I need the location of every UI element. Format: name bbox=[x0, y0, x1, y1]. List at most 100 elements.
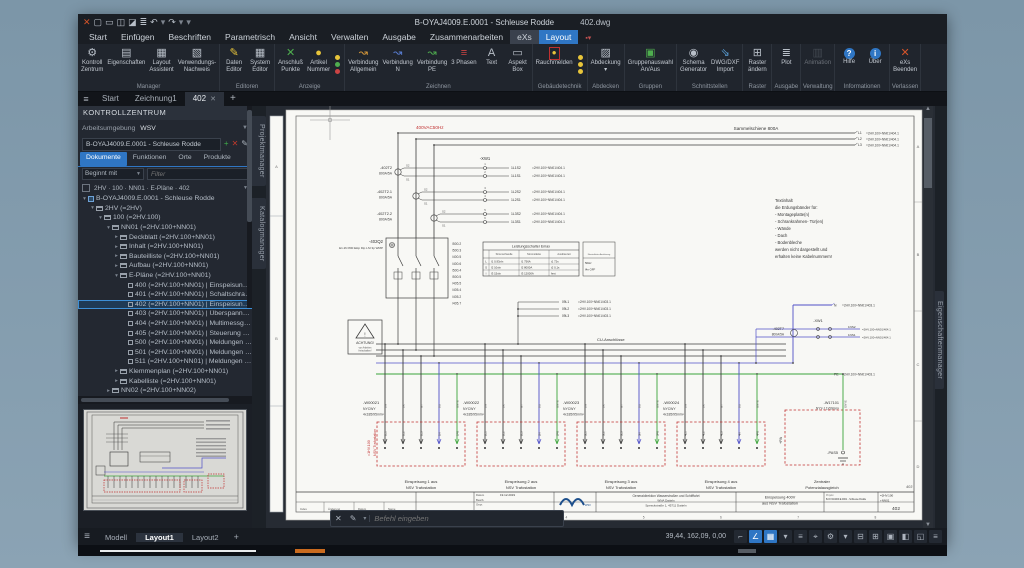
tree-item-11[interactable]: 402 (=2HV.100+NN01) | Einspeisung 40 bbox=[78, 300, 252, 310]
expander-icon[interactable]: ▸ bbox=[113, 253, 120, 259]
bulb-icon[interactable] bbox=[335, 55, 340, 60]
expander-icon[interactable]: ▾ bbox=[81, 196, 88, 202]
save-icon[interactable]: ◫ bbox=[117, 16, 126, 28]
ribbon-tab-einfügen[interactable]: Einfügen bbox=[114, 30, 162, 44]
expander-icon[interactable]: ▸ bbox=[113, 234, 120, 240]
control-center-button[interactable]: ⚙Kontroll Zentrum bbox=[79, 45, 105, 83]
ribbon-tab-layout[interactable]: Layout bbox=[539, 30, 579, 44]
checkbox-icon[interactable] bbox=[82, 184, 90, 192]
undo-icon[interactable]: ↶ bbox=[150, 16, 158, 28]
doc-tab-start[interactable]: Start bbox=[94, 92, 127, 106]
tree-item-15[interactable]: 500 (=2HV.100+NN01) | Meldungen SP bbox=[78, 338, 252, 348]
tree-item-20[interactable]: ▸NN02 (=2HV.100+NN02) bbox=[78, 386, 252, 396]
layout-assistant-button[interactable]: ▦Layout Assistent bbox=[147, 45, 175, 83]
three-phases-button[interactable]: ≡3 Phasen bbox=[449, 45, 478, 83]
group-select-button[interactable]: ▣Gruppenauswahl An/Aus bbox=[626, 45, 675, 83]
expander-icon[interactable]: ▸ bbox=[113, 244, 120, 250]
breadcrumb[interactable]: 2HV · 100 · NN01 · E-Pläne · 402 ▼ bbox=[78, 181, 252, 195]
close-tab-icon[interactable]: ✕ bbox=[210, 96, 216, 103]
undo-chevron-icon[interactable]: ▾ bbox=[161, 16, 166, 28]
aspect-box-button[interactable]: ▭Aspekt Box bbox=[505, 45, 531, 83]
tree-scrollbar[interactable] bbox=[247, 106, 252, 308]
doc-tab-402[interactable]: 402✕ bbox=[185, 92, 224, 106]
layout-tab-layout1[interactable]: Layout1 bbox=[136, 533, 183, 542]
tree-item-6[interactable]: ▸Bauteilliste (=2HV.100+NN01) bbox=[78, 252, 252, 262]
article-number-button[interactable]: ●Artikel Nummer bbox=[305, 45, 332, 83]
new-file-icon[interactable]: ▢ bbox=[94, 16, 103, 28]
command-bar[interactable]: ✕ ✎ ▾ bbox=[330, 510, 564, 527]
ribbon-tab-zusammenarbeiten[interactable]: Zusammenarbeiten bbox=[423, 30, 510, 44]
system-editor-button[interactable]: ▦System Editor bbox=[247, 45, 273, 83]
tree-item-16[interactable]: 501 (=2HV.100+NN01) | Meldungen SP bbox=[78, 348, 252, 358]
bulb-icon[interactable] bbox=[578, 55, 583, 60]
tree-item-8[interactable]: ▾E-Pläne (=2HV.100+NN01) bbox=[78, 271, 252, 281]
scrollbar-thumb[interactable] bbox=[247, 110, 252, 222]
plot-button[interactable]: ≣Plot bbox=[773, 45, 799, 83]
connection-points-button[interactable]: ✕Anschluß Punkte bbox=[276, 45, 305, 83]
drawing-scrollbar[interactable]: ▲ ▼ bbox=[923, 106, 933, 528]
connection-pe-button[interactable]: ↝Verbindung PE bbox=[415, 45, 449, 83]
title-bar[interactable]: ✕▢▭◫◪≣↶▾↷▾▾ B-OYAJ4009.E.0001 - Schleuse… bbox=[78, 14, 947, 30]
ortho-icon[interactable]: ∠ bbox=[749, 530, 762, 543]
tree-item-0[interactable]: ▾B-OYAJ4009.E.0001 - Schleuse Rodde bbox=[78, 194, 252, 204]
data-editor-button[interactable]: ✎Daten Editor bbox=[221, 45, 247, 83]
tree-hscrollbar[interactable] bbox=[78, 396, 252, 404]
panel-tab-dokumente[interactable]: Dokumente bbox=[80, 152, 127, 166]
bulb-icon[interactable] bbox=[578, 69, 583, 74]
add-project-icon[interactable]: + bbox=[224, 139, 229, 149]
workspace-value[interactable]: WSV bbox=[140, 125, 155, 132]
tree-item-7[interactable]: ▸Aufbau (=2HV.100+NN01) bbox=[78, 261, 252, 271]
smoke-detector-button[interactable]: ●Rauchmelden bbox=[534, 45, 575, 83]
building-toggle-icons[interactable] bbox=[575, 45, 586, 83]
viewport-icon[interactable]: ⊞ bbox=[869, 530, 882, 543]
redo-icon[interactable]: ↷ bbox=[168, 16, 176, 28]
gear-icon[interactable]: ⚙ bbox=[824, 530, 837, 543]
display-toggle-icons[interactable] bbox=[332, 45, 343, 83]
scrollbar-thumb[interactable] bbox=[81, 398, 229, 402]
tree-item-4[interactable]: ▸Deckblatt (=2HV.100+NN01) bbox=[78, 232, 252, 242]
osnap-icon[interactable]: ⌖ bbox=[809, 530, 822, 543]
grid-icon[interactable]: ▦ bbox=[764, 530, 777, 543]
scroll-up-icon[interactable]: ▲ bbox=[923, 106, 933, 112]
animation-button[interactable]: ▥Animation bbox=[802, 45, 833, 83]
preview-thumbnail[interactable] bbox=[83, 409, 247, 511]
expander-icon[interactable]: ▾ bbox=[113, 273, 120, 279]
command-input[interactable] bbox=[370, 514, 563, 523]
expander-icon[interactable]: ▸ bbox=[113, 263, 120, 269]
panel-tab-orte[interactable]: Orte bbox=[172, 152, 197, 166]
properties-manager-tab[interactable]: Eigenschaftenmanager bbox=[935, 291, 944, 389]
sheet-preview-pane[interactable] bbox=[78, 404, 252, 528]
open-file-icon[interactable]: ▭ bbox=[105, 16, 114, 28]
expander-icon[interactable]: ▾ bbox=[97, 215, 104, 221]
layout-tab-layout2[interactable]: Layout2 bbox=[183, 533, 228, 542]
bulb-icon[interactable] bbox=[335, 69, 340, 74]
filter-input[interactable] bbox=[147, 168, 248, 180]
usage-report-button[interactable]: ▧Verwendungs- Nachweis bbox=[176, 45, 218, 83]
remove-project-icon[interactable]: ✕ bbox=[232, 139, 239, 149]
qat-more-icon[interactable]: ▾ bbox=[186, 16, 191, 28]
palette-icon[interactable]: ▣ bbox=[884, 530, 897, 543]
new-doc-tab-button[interactable]: + bbox=[224, 92, 242, 106]
ribbon-tab-verwalten[interactable]: Verwalten bbox=[324, 30, 375, 44]
tree-item-19[interactable]: ▸Kabelliste (=2HV.100+NN01) bbox=[78, 376, 252, 386]
expander-icon[interactable]: ▾ bbox=[89, 205, 96, 211]
project-select[interactable]: B-OYAJ4009.E.0001 - Schleuse Rodde bbox=[82, 138, 221, 151]
bulb-icon[interactable] bbox=[578, 62, 583, 67]
expander-icon[interactable]: ▸ bbox=[113, 368, 120, 374]
chevron-down-icon[interactable]: ▾ bbox=[360, 515, 370, 522]
grid-chevron-icon[interactable]: ▾ bbox=[779, 530, 792, 543]
ribbon-tab-start[interactable]: Start bbox=[82, 30, 114, 44]
ribbon-tab-parametrisch[interactable]: Parametrisch bbox=[218, 30, 282, 44]
tree-item-18[interactable]: ▸Klemmenplan (=2HV.100+NN01) bbox=[78, 367, 252, 377]
print-icon[interactable]: ≣ bbox=[140, 16, 148, 28]
tree-item-5[interactable]: ▸Inhalt (=2HV.100+NN01) bbox=[78, 242, 252, 252]
doc-menu-icon[interactable]: ≡ bbox=[78, 92, 94, 106]
expander-icon[interactable]: ▸ bbox=[113, 378, 120, 384]
katalogmanager-tab[interactable]: Katalogmanager bbox=[252, 198, 266, 270]
expander-icon[interactable]: ▸ bbox=[105, 388, 112, 394]
panel-tab-funktionen[interactable]: Funktionen bbox=[127, 152, 173, 166]
tree-item-9[interactable]: 400 (=2HV.100+NN01) | Einspeisung US bbox=[78, 280, 252, 290]
annotation-icon[interactable]: ≡ bbox=[794, 530, 807, 543]
text-button[interactable]: AText bbox=[479, 45, 505, 83]
panel-tab-produkte[interactable]: Produkte bbox=[198, 152, 237, 166]
